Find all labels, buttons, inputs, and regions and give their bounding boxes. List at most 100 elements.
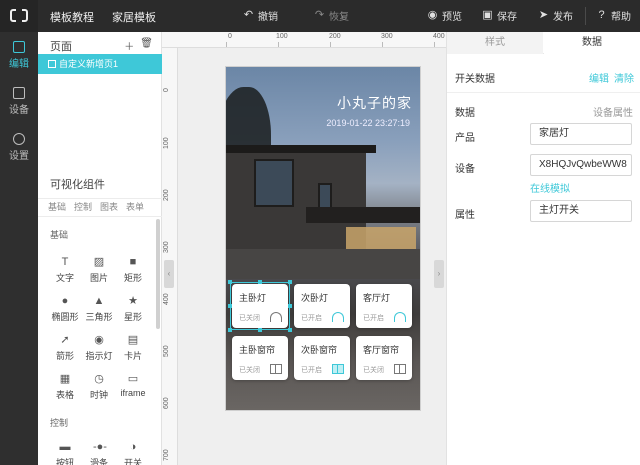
ruler-tick: 300 bbox=[381, 33, 393, 40]
ruler-tick-line bbox=[330, 42, 331, 47]
menu-template-tutorial[interactable]: 模板教程 bbox=[50, 9, 94, 25]
resize-handle[interactable] bbox=[258, 280, 262, 284]
tab-data[interactable]: 数据 bbox=[544, 32, 640, 54]
edit-link[interactable]: 编辑 bbox=[589, 70, 609, 85]
resize-handle[interactable] bbox=[228, 328, 232, 332]
ruler-tick: 0 bbox=[163, 88, 170, 92]
arrow-icon: ➚ bbox=[60, 334, 70, 346]
component-ellipse[interactable]: ● 椭圆形 bbox=[48, 293, 82, 327]
ruler-tick: 300 bbox=[163, 241, 170, 253]
ruler-tick: 600 bbox=[163, 397, 170, 409]
help-button[interactable]: ? 帮助 bbox=[596, 8, 631, 24]
add-page-icon[interactable]: ＋ bbox=[124, 38, 134, 53]
ruler-tick: 0 bbox=[228, 33, 232, 40]
triangle-icon: ▲ bbox=[93, 295, 105, 307]
curtain-icon bbox=[270, 364, 282, 374]
undo-icon: ↶ bbox=[243, 9, 254, 21]
component-clock[interactable]: ◷ 时钟 bbox=[82, 371, 116, 405]
iframe-icon: ▭ bbox=[127, 373, 139, 385]
house-roof bbox=[226, 145, 376, 153]
resize-handle[interactable] bbox=[288, 280, 292, 284]
simulate-online-link[interactable]: 在线模拟 bbox=[530, 180, 570, 195]
component-slider[interactable]: -●- 滑条 bbox=[82, 439, 116, 465]
save-button[interactable]: ▣ 保存 bbox=[482, 8, 517, 24]
device-tile-living-curtain[interactable]: 客厅窗帘 已关闭 bbox=[356, 336, 412, 380]
preview-button[interactable]: ◉ 预览 bbox=[427, 8, 462, 24]
rail-item-edit[interactable]: 编辑 bbox=[0, 32, 38, 74]
resize-handle[interactable] bbox=[228, 304, 232, 308]
collapse-left-panel[interactable]: ‹ bbox=[164, 260, 174, 288]
ruler-tick: 700 bbox=[163, 449, 170, 461]
collapse-right-panel[interactable]: › bbox=[434, 260, 444, 288]
selection-frame[interactable] bbox=[230, 282, 290, 330]
switch-icon: ◑ bbox=[129, 441, 137, 453]
resize-handle[interactable] bbox=[288, 328, 292, 332]
component-button[interactable]: ▬ 按钮 bbox=[48, 439, 82, 465]
group-label-basic: 基础 bbox=[50, 230, 69, 240]
component-text[interactable]: T 文字 bbox=[48, 254, 82, 288]
device-icon bbox=[13, 87, 25, 99]
component-table[interactable]: ▦ 表格 bbox=[48, 371, 82, 405]
tab-control[interactable]: 控制 bbox=[74, 200, 92, 213]
table-icon: ▦ bbox=[59, 373, 71, 385]
tab-basic[interactable]: 基础 bbox=[48, 200, 66, 213]
tab-style[interactable]: 样式 bbox=[447, 32, 543, 54]
tab-chart[interactable]: 图表 bbox=[100, 200, 118, 213]
device-tile-master-curtain[interactable]: 主卧窗帘 已关闭 bbox=[232, 336, 288, 380]
component-card[interactable]: ▤ 卡片 bbox=[116, 332, 150, 366]
resize-handle[interactable] bbox=[228, 280, 232, 284]
save-icon: ▣ bbox=[482, 9, 493, 21]
page-item[interactable]: 自定义新增页1 bbox=[38, 54, 162, 74]
attribute-select[interactable]: 主灯开关 bbox=[530, 200, 632, 222]
star-icon: ★ bbox=[128, 295, 138, 307]
clear-link[interactable]: 清除 bbox=[614, 70, 634, 85]
divider bbox=[38, 198, 162, 199]
house-lower bbox=[226, 249, 420, 279]
ruler-tick-line bbox=[226, 42, 227, 47]
publish-button[interactable]: ➤ 发布 bbox=[538, 8, 573, 24]
redo-button[interactable]: ↷ 恢复 bbox=[314, 8, 349, 24]
edit-icon bbox=[13, 41, 25, 53]
menu-home-template[interactable]: 家居模板 bbox=[112, 9, 156, 25]
house-overhang bbox=[306, 207, 420, 223]
delete-page-icon[interactable]: 🗑 bbox=[140, 38, 153, 53]
component-star[interactable]: ★ 星形 bbox=[116, 293, 150, 327]
component-scrollbar[interactable] bbox=[156, 219, 160, 329]
resize-handle[interactable] bbox=[258, 328, 262, 332]
data-label: 数据 bbox=[455, 108, 475, 119]
page-actions: ＋ 🗑 bbox=[124, 38, 153, 53]
help-icon: ? bbox=[598, 9, 605, 21]
component-triangle[interactable]: ▲ 三角形 bbox=[82, 293, 116, 327]
component-indicator[interactable]: ◉ 指示灯 bbox=[82, 332, 116, 366]
product-select[interactable]: 家居灯 bbox=[530, 123, 632, 145]
ellipse-icon: ● bbox=[61, 295, 69, 307]
group-label-control: 控制 bbox=[50, 418, 69, 428]
tab-form[interactable]: 表单 bbox=[126, 200, 144, 213]
component-arrow[interactable]: ➚ 箭形 bbox=[48, 332, 82, 366]
rectangle-icon: ■ bbox=[129, 256, 137, 268]
page-icon bbox=[48, 60, 56, 68]
settings-icon bbox=[13, 133, 25, 145]
device-tile-second-light[interactable]: 次卧灯 已开启 bbox=[294, 284, 350, 328]
send-icon: ➤ bbox=[538, 9, 549, 21]
device-tile-second-curtain[interactable]: 次卧窗帘 已开启 bbox=[294, 336, 350, 380]
device-select[interactable]: X8HQJvQwbeWW8 bbox=[530, 154, 632, 176]
ruler-tick: 400 bbox=[163, 293, 170, 305]
component-rectangle[interactable]: ■ 矩形 bbox=[116, 254, 150, 288]
phone-preview[interactable]: 小丸子的家 2019-01-22 23:27:19 主卧灯 已关闭 次卧灯 已开… bbox=[225, 66, 421, 411]
component-switch[interactable]: ◑ 开关 bbox=[116, 439, 150, 465]
eye-icon: ◉ bbox=[427, 9, 438, 21]
undo-button[interactable]: ↶ 撤销 bbox=[243, 8, 278, 24]
rail-item-device[interactable]: 设备 bbox=[0, 78, 38, 120]
resize-handle[interactable] bbox=[288, 304, 292, 308]
indicator-icon: ◉ bbox=[94, 334, 104, 346]
component-iframe[interactable]: ▭ iframe bbox=[116, 371, 150, 405]
curtain-icon bbox=[394, 364, 406, 374]
component-image[interactable]: ▨ 图片 bbox=[82, 254, 116, 288]
app-logo[interactable] bbox=[0, 0, 38, 32]
home-datetime: 2019-01-22 23:27:19 bbox=[326, 118, 410, 128]
rail-item-settings[interactable]: 设置 bbox=[0, 124, 38, 166]
device-tile-living-light[interactable]: 客厅灯 已开启 bbox=[356, 284, 412, 328]
house-upper bbox=[226, 149, 366, 249]
attribute-label: 属性 bbox=[455, 210, 475, 221]
